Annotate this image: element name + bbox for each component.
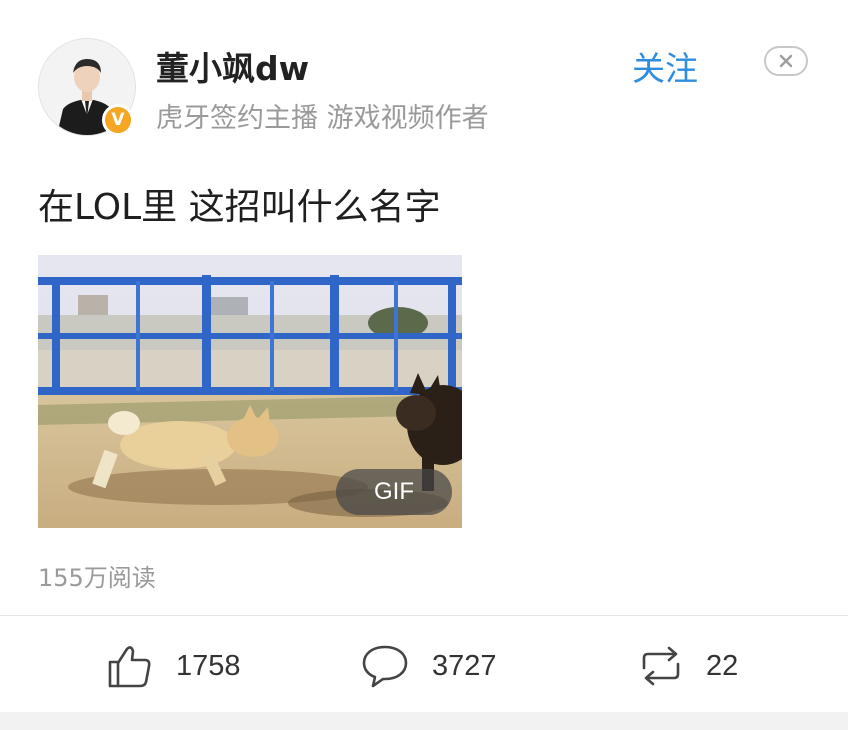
close-button[interactable] [764,46,808,76]
user-description: 虎牙签约主播 游戏视频作者 [156,103,489,134]
weibo-post-card: V 董小飒dw 虎牙签约主播 游戏视频作者 关注 在LOL里 这招叫什么名字 G… [0,0,848,712]
read-count: 155万阅读 [38,564,156,592]
username[interactable]: 董小飒dw [156,42,309,90]
like-count: 1758 [176,649,241,682]
comment-count: 3727 [432,649,497,682]
repost-count: 22 [706,649,739,682]
close-icon [779,54,793,68]
divider [0,615,848,616]
verified-badge: V [102,104,134,136]
bottom-separator [0,712,848,730]
comment-button[interactable]: 3727 [360,636,497,696]
post-text: 在LOL里 这招叫什么名字 [38,187,441,228]
follow-button[interactable]: 关注 [632,42,698,90]
thumbs-up-icon [108,646,151,688]
comment-bubble-icon [362,645,408,688]
repost-icon [642,646,680,686]
repost-button[interactable]: 22 [638,636,738,696]
gif-badge: GIF [336,469,452,515]
like-button[interactable]: 1758 [106,636,241,696]
